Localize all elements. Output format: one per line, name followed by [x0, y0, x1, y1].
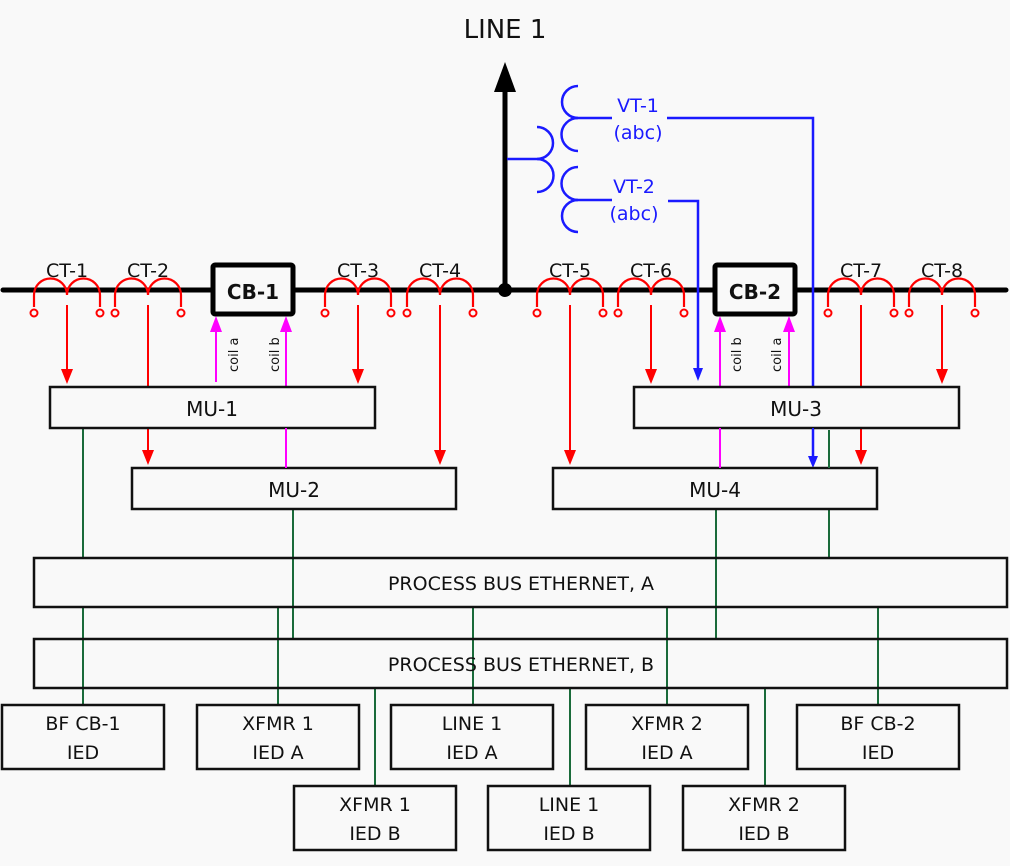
ct-wiring — [66, 305, 943, 453]
ied-line1-a-type: IED A — [446, 742, 497, 764]
vt2-label: VT-2 — [613, 176, 655, 198]
ct-coil-icon — [826, 277, 896, 307]
ied-xfmr1-a-type: IED A — [252, 742, 303, 764]
ct-coil-icon — [323, 277, 393, 307]
ct-label: CT-1 — [46, 260, 88, 282]
vt2-phase: (abc) — [610, 203, 659, 225]
ied-bf-cb1-name: BF CB-1 — [45, 713, 120, 735]
ct-terminal — [904, 308, 914, 318]
ied-xfmr2-b-type: IED B — [738, 823, 789, 845]
ct-terminal — [29, 308, 39, 318]
ied-xfmr1-a-name: XFMR 1 — [242, 713, 314, 735]
ct-terminal — [970, 308, 980, 318]
ied-line1-b-type: IED B — [543, 823, 594, 845]
process-bus-b-label: PROCESS BUS ETHERNET, B — [388, 654, 654, 676]
ct-label: CT-4 — [419, 260, 461, 282]
ct-terminal — [823, 308, 833, 318]
ct-label: CT-2 — [127, 260, 169, 282]
line-label: LINE 1 — [464, 15, 547, 45]
ied-bf-cb2[interactable]: BF CB-2 IED — [795, 703, 961, 771]
ct-terminal — [110, 308, 120, 318]
ct-terminal — [598, 308, 608, 318]
ied-xfmr1-b-name: XFMR 1 — [339, 794, 411, 816]
mu4-label: MU-4 — [689, 478, 741, 502]
ct-terminal — [386, 308, 396, 318]
ied-xfmr1-b-type: IED B — [349, 823, 400, 845]
ct-label: CT-5 — [549, 260, 591, 282]
ct-coil-icon — [32, 277, 102, 307]
vt1-phase: (abc) — [614, 122, 663, 144]
process-bus-diagram: LINE 1 VT-1 (abc) VT-2 (abc) CT-1 CT-2 CT-… — [0, 15, 1009, 852]
process-bus-a-label: PROCESS BUS ETHERNET, A — [388, 573, 654, 595]
ied-line1-b-name: LINE 1 — [539, 794, 600, 816]
ied-xfmr2-a-name: XFMR 2 — [631, 713, 703, 735]
ct-terminal — [679, 308, 689, 318]
ied-xfmr2-a[interactable]: XFMR 2 IED A — [584, 703, 750, 771]
ied-bf-cb2-name: BF CB-2 — [840, 713, 915, 735]
breaker-cb2-label: CB-2 — [729, 280, 781, 304]
ct-coil-icon — [907, 277, 977, 307]
ied-bf-cb2-type: IED — [862, 742, 894, 764]
vt1-label: VT-1 — [617, 95, 659, 117]
ied-xfmr2-b[interactable]: XFMR 2 IED B — [681, 784, 847, 852]
ct-terminal — [176, 308, 186, 318]
ct-label: CT-7 — [840, 260, 882, 282]
ct-label: CT-8 — [921, 260, 963, 282]
trip-arrow-icons — [210, 316, 795, 332]
ied-xfmr1-a[interactable]: XFMR 1 IED A — [195, 703, 361, 771]
ct-coil-icon — [113, 277, 183, 307]
ct-terminal — [320, 308, 330, 318]
ct-coil-icon — [616, 277, 686, 307]
ied-line1-b[interactable]: LINE 1 IED B — [486, 784, 652, 852]
vt2-arrow-icon — [693, 368, 703, 381]
ct-label: CT-3 — [337, 260, 379, 282]
ied-xfmr2-a-type: IED A — [641, 742, 692, 764]
cb2-coil-a-label: coil a — [770, 338, 785, 372]
mu3-label: MU-3 — [770, 397, 822, 421]
ct-coil-icon — [535, 277, 605, 307]
ied-bf-cb1[interactable]: BF CB-1 IED — [0, 703, 166, 771]
breaker-cb1-label: CB-1 — [227, 280, 279, 304]
ct-terminal — [889, 308, 899, 318]
ied-xfmr1-b[interactable]: XFMR 1 IED B — [292, 784, 458, 852]
ct-terminal — [402, 308, 412, 318]
ied-line1-a[interactable]: LINE 1 IED A — [389, 703, 555, 771]
ied-xfmr2-b-name: XFMR 2 — [728, 794, 800, 816]
line-arrow-icon — [494, 62, 516, 92]
cb2-coil-b-label: coil b — [730, 337, 745, 372]
ct-label: CT-6 — [630, 260, 672, 282]
ied-bf-cb1-type: IED — [67, 742, 99, 764]
ct-terminal — [468, 308, 478, 318]
mu2-label: MU-2 — [268, 478, 320, 502]
ct-terminal — [532, 308, 542, 318]
ct-terminal — [95, 308, 105, 318]
cb1-coil-b-label: coil b — [268, 337, 283, 372]
ct-coil-icon — [405, 277, 475, 307]
cb1-coil-a-label: coil a — [227, 338, 242, 372]
mu1-label: MU-1 — [186, 397, 238, 421]
ct-terminal — [613, 308, 623, 318]
ied-line1-a-name: LINE 1 — [442, 713, 503, 735]
